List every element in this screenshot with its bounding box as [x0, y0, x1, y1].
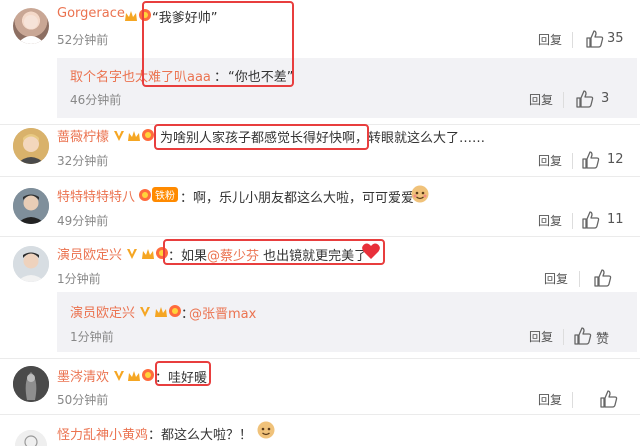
reply-reply-button[interactable]: 回复 [529, 91, 553, 108]
highlight-box [155, 361, 211, 386]
reply-mention-link[interactable]: @张晋max [189, 303, 256, 322]
timestamp: 52分钟前 [57, 33, 109, 47]
reply-timestamp: 1分钟前 [70, 330, 114, 344]
divider [563, 92, 564, 108]
reply-timestamp: 46分钟前 [70, 93, 122, 107]
username[interactable]: 墨涔清欢 [57, 366, 109, 385]
thumbs-up-icon[interactable] [599, 389, 619, 409]
highlight-box [163, 239, 385, 265]
membership-icon [168, 303, 182, 322]
vip-crown-icon [141, 246, 155, 265]
highlight-box [154, 124, 369, 150]
avatar[interactable] [13, 128, 49, 164]
divider-line [0, 358, 640, 359]
username[interactable]: 怪力乱神小黄鸡 [57, 424, 148, 443]
membership-icon [138, 187, 152, 206]
thumbs-up-icon[interactable] [593, 268, 613, 288]
timestamp: 49分钟前 [57, 214, 109, 228]
vip-crown-icon [127, 368, 141, 387]
like-count: 12 [607, 152, 624, 167]
cute-emoji-icon [410, 184, 430, 208]
divider [572, 392, 573, 408]
comment-text: ：都这么大啦？！ [148, 428, 253, 443]
thumbs-up-icon[interactable] [585, 29, 605, 49]
thumbs-up-icon[interactable] [573, 326, 593, 346]
divider [572, 213, 573, 229]
reply-reply-button[interactable]: 回复 [529, 328, 553, 345]
avatar[interactable] [13, 188, 49, 224]
verified-v-icon [139, 303, 151, 322]
timestamp: 50分钟前 [57, 393, 109, 407]
fan-badge: 铁粉 [152, 187, 178, 202]
membership-icon [141, 127, 155, 146]
thumbs-up-icon[interactable] [581, 150, 601, 170]
timestamp: 32分钟前 [57, 154, 109, 168]
like-count: 11 [607, 212, 624, 227]
divider [563, 329, 564, 345]
divider [572, 32, 573, 48]
like-label[interactable]: 赞 [596, 328, 609, 347]
verified-v-icon [113, 127, 125, 146]
vip-crown-icon [124, 8, 138, 27]
timestamp: 1分钟前 [57, 272, 101, 286]
like-count: 3 [601, 91, 610, 106]
reply-button[interactable]: 回复 [544, 270, 568, 287]
comment-text: ：啊，乐儿小朋友都这么大啦，可可爱爱 [180, 191, 415, 206]
divider-line [0, 176, 640, 177]
reply-button[interactable]: 回复 [538, 212, 562, 229]
vip-crown-icon [127, 128, 141, 147]
highlight-box [142, 1, 294, 87]
avatar[interactable] [13, 366, 49, 402]
verified-v-icon [126, 245, 138, 264]
like-count: 35 [607, 31, 624, 46]
reply-button[interactable]: 回复 [538, 31, 562, 48]
avatar[interactable] [15, 430, 47, 446]
vip-crown-icon [154, 304, 168, 323]
username[interactable]: 演员欧定兴 [57, 244, 122, 263]
username[interactable]: 特特特特特八 [57, 186, 135, 205]
divider-line [0, 414, 640, 415]
username[interactable]: 蔷薇柠檬 [57, 126, 109, 145]
divider-line [0, 236, 640, 237]
verified-v-icon [113, 367, 125, 386]
membership-icon [141, 367, 155, 386]
username[interactable]: Gorgerace [57, 6, 125, 21]
divider [572, 153, 573, 169]
cute-emoji-icon [256, 420, 276, 444]
avatar[interactable] [13, 246, 49, 282]
reply-button[interactable]: 回复 [538, 152, 562, 169]
reply-button[interactable]: 回复 [538, 391, 562, 408]
thumbs-up-icon[interactable] [575, 89, 595, 109]
divider [579, 271, 580, 287]
reply-username[interactable]: 演员欧定兴 [70, 302, 135, 321]
thumbs-up-icon[interactable] [581, 210, 601, 230]
avatar[interactable] [13, 8, 49, 44]
